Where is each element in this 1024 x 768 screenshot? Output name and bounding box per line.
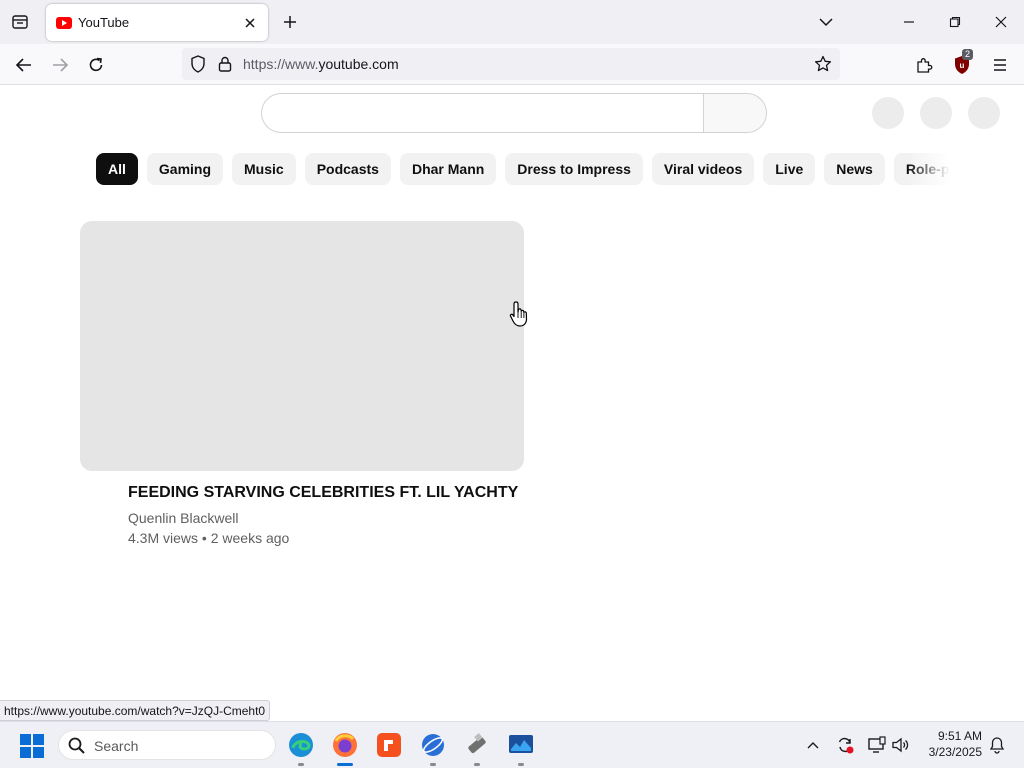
active-window-indicator	[337, 763, 353, 766]
youtube-search-button[interactable]	[703, 93, 767, 133]
navigation-toolbar: https://www.youtube.com u 2	[0, 44, 1024, 85]
running-indicator	[298, 763, 304, 766]
windows-taskbar: Search 9:51 AM 3/23/2025	[0, 721, 1024, 768]
app-red-icon[interactable]	[374, 730, 404, 760]
new-tab-button[interactable]	[278, 10, 302, 34]
edge-browser-icon[interactable]	[286, 730, 316, 766]
chevron-up-icon[interactable]	[802, 734, 824, 756]
video-title[interactable]: FEEDING STARVING CELEBRITIES FT. LIL YAC…	[128, 484, 518, 502]
hamburger-menu-icon[interactable]	[986, 51, 1014, 79]
windows-start-icon[interactable]	[20, 734, 44, 758]
chip-bar-fade	[908, 153, 960, 185]
lock-icon[interactable]	[215, 54, 235, 74]
extension-count-badge: 2	[962, 49, 974, 60]
create-button-placeholder[interactable]	[872, 97, 904, 129]
url-domain: youtube.com	[318, 56, 399, 72]
notification-bell-icon[interactable]	[986, 734, 1008, 756]
video-metadata: 4.3M views • 2 weeks ago	[128, 530, 289, 546]
running-indicator	[518, 763, 524, 766]
firefox-icon[interactable]	[330, 730, 360, 766]
address-bar[interactable]: https://www.youtube.com	[182, 48, 840, 80]
category-chip[interactable]: Gaming	[146, 153, 224, 185]
video-thumbnail[interactable]	[80, 221, 524, 471]
app-usb-icon[interactable]	[462, 730, 492, 766]
category-chip[interactable]: Viral videos	[651, 153, 755, 185]
taskbar-search-label: Search	[94, 738, 139, 754]
tab-title: YouTube	[78, 15, 130, 30]
clock-date: 3/23/2025	[928, 745, 982, 759]
category-chip[interactable]: Music	[232, 153, 296, 185]
tab-bar: YouTube	[0, 0, 1024, 44]
category-chip[interactable]: Dhar Mann	[399, 153, 497, 185]
minimize-button[interactable]	[886, 0, 932, 44]
link-status-bar: https://www.youtube.com/watch?v=JzQJ-Cme…	[0, 700, 271, 721]
browser-tab-youtube[interactable]: YouTube	[46, 4, 268, 41]
category-chip[interactable]: Live	[763, 153, 816, 185]
running-indicator	[474, 763, 480, 766]
svg-text:u: u	[960, 61, 965, 70]
avatar[interactable]	[968, 97, 1000, 129]
search-icon	[68, 737, 85, 754]
sync-icon[interactable]	[834, 734, 856, 756]
notifications-button-placeholder[interactable]	[920, 97, 952, 129]
category-chip[interactable]: News	[824, 153, 885, 185]
tracking-protection-shield-icon[interactable]	[188, 54, 208, 74]
app-globe-icon[interactable]	[418, 730, 448, 766]
category-chip-bar: All Gaming Music Podcasts Dhar Mann Dress to …	[96, 153, 958, 185]
reload-icon[interactable]	[82, 51, 110, 79]
video-views: 4.3M views	[128, 530, 199, 546]
youtube-favicon-icon	[56, 16, 72, 29]
taskbar-search-box[interactable]: Search	[58, 730, 276, 760]
app-monitor-icon[interactable]	[506, 730, 536, 766]
forward-arrow-icon[interactable]	[46, 51, 74, 79]
bookmark-star-icon[interactable]	[812, 53, 834, 75]
back-arrow-icon[interactable]	[10, 51, 38, 79]
url-text[interactable]: https://www.youtube.com	[243, 56, 399, 72]
running-indicator	[430, 763, 436, 766]
category-chip[interactable]: Podcasts	[304, 153, 391, 185]
close-tab-icon[interactable]	[238, 11, 262, 35]
video-channel-name[interactable]: Quenlin Blackwell	[128, 510, 239, 526]
youtube-search-input[interactable]	[261, 93, 704, 133]
video-age: 2 weeks ago	[210, 530, 290, 546]
chevron-down-icon[interactable]	[814, 10, 838, 34]
hand-pointer-cursor-icon	[509, 301, 528, 327]
clock-time: 9:51 AM	[937, 729, 982, 743]
url-prefix: https://www.	[243, 56, 319, 72]
meta-separator: •	[201, 530, 207, 546]
system-clock[interactable]: 9:51 AM 3/23/2025	[918, 728, 982, 760]
category-chip[interactable]: All	[96, 153, 138, 185]
network-icon[interactable]	[866, 734, 888, 756]
extensions-puzzle-icon[interactable]	[910, 51, 938, 79]
category-chip[interactable]: Dress to Impress	[505, 153, 643, 185]
close-window-button[interactable]	[978, 0, 1024, 44]
tab-list-icon[interactable]	[8, 10, 32, 34]
restore-button[interactable]	[932, 0, 978, 44]
volume-icon[interactable]	[890, 734, 912, 756]
